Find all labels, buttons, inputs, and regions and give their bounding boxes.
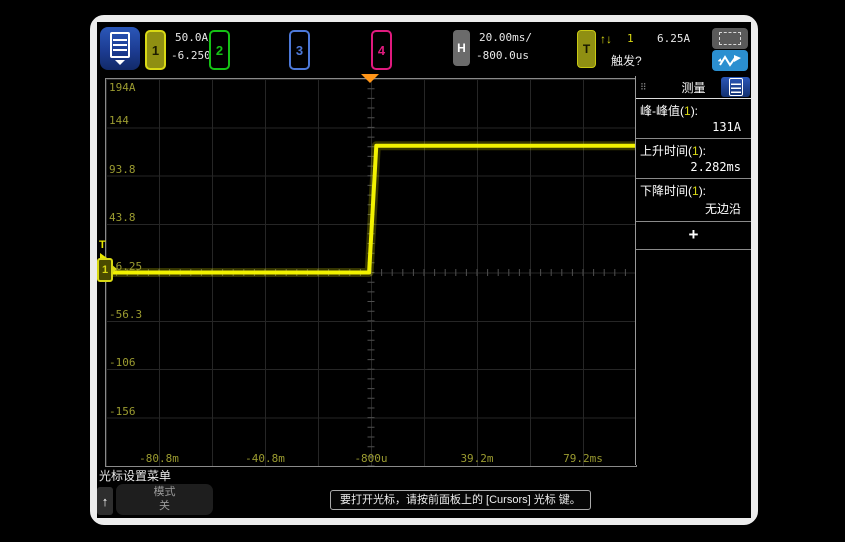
measurement-row[interactable]: 上升时间(1): 2.282ms — [636, 139, 751, 179]
horizontal-button[interactable]: H — [453, 30, 470, 66]
channel-3-button[interactable]: 3 — [289, 30, 310, 70]
measurement-label: 下降时间(1): — [640, 182, 747, 199]
y-axis-label: 194A — [109, 81, 136, 94]
add-measurement-button[interactable]: + — [636, 222, 751, 250]
selection-rectangle-icon — [719, 32, 741, 45]
waveform-display-area[interactable]: 194A14493.843.8-6.25-56.3-106-156 -80.8m… — [105, 78, 637, 467]
timebase-readout[interactable]: 20.00ms/ — [479, 31, 532, 44]
softkey-menu-title: 光标设置菜单 — [99, 467, 171, 484]
y-axis-label: 93.8 — [109, 163, 136, 176]
channel-2-button[interactable]: 2 — [209, 30, 230, 70]
y-axis-label: 144 — [109, 114, 129, 127]
main-menu-button[interactable] — [100, 27, 140, 70]
touch-gesture-button[interactable] — [712, 50, 748, 71]
y-axis-label: -156 — [109, 405, 136, 418]
measurement-label: 上升时间(1): — [640, 142, 747, 159]
measurement-label: 峰-峰值(1): — [640, 102, 747, 119]
x-axis-label: 39.2m — [460, 452, 493, 465]
x-axis-label: -40.8m — [245, 452, 285, 465]
menu-icon — [729, 78, 743, 96]
y-axis-label: -56.3 — [109, 308, 142, 321]
trigger-level-readout[interactable]: 6.25A — [657, 32, 690, 45]
drag-grip-icon[interactable]: ⠿ — [636, 82, 651, 93]
trigger-time-marker[interactable] — [361, 74, 379, 83]
y-axis-label: -106 — [109, 356, 136, 369]
zoom-select-button[interactable] — [712, 28, 748, 49]
waveform-arrow-icon — [718, 53, 742, 68]
chevron-down-icon — [115, 60, 125, 65]
measurement-row[interactable]: 峰-峰值(1): 131A — [636, 99, 751, 139]
channel-4-button[interactable]: 4 — [371, 30, 392, 70]
measurement-row[interactable]: 下降时间(1): 无边沿 — [636, 179, 751, 222]
softkey-mode-value: 关 — [116, 499, 213, 513]
softkey-mode-label: 模式 — [116, 485, 213, 499]
waveform-plot — [106, 79, 636, 466]
x-axis-label: -80.8m — [139, 452, 179, 465]
horizontal-delay-readout[interactable]: -800.0us — [476, 49, 529, 62]
measurement-value: 无边沿 — [640, 199, 747, 219]
status-message: 要打开光标，请按前面板上的 [Cursors] 光标 键。 — [330, 490, 591, 510]
channel-1-ground-arrow-icon — [111, 264, 117, 274]
trigger-level-marker[interactable]: T — [99, 239, 106, 251]
x-axis-label: -800u — [354, 452, 387, 465]
trigger-source-readout[interactable]: 1 — [627, 32, 634, 45]
measurement-value: 131A — [640, 119, 747, 136]
menu-back-button[interactable]: ↑ — [97, 487, 113, 515]
trigger-status: 触发? — [611, 52, 642, 69]
trigger-slope-icon[interactable]: ↑↓ — [600, 32, 612, 46]
measurement-panel: ⠿ 测量 ⠿ 峰-峰值(1): 131A 上升时间(1): 2.282ms 下降… — [635, 76, 751, 465]
oscilloscope-screen: 1 50.0A/ -6.250A 2 3 4 H 20.00ms/ -800.0… — [97, 22, 751, 518]
measurement-menu-button[interactable] — [721, 77, 750, 97]
y-axis-label: 43.8 — [109, 211, 136, 224]
softkey-mode[interactable]: 模式 关 — [116, 484, 213, 515]
measurement-value: 2.282ms — [640, 159, 747, 176]
channel-1-button[interactable]: 1 — [145, 30, 166, 70]
oscilloscope-bezel: 1 50.0A/ -6.250A 2 3 4 H 20.00ms/ -800.0… — [90, 15, 758, 525]
trigger-button[interactable]: T — [577, 30, 596, 68]
menu-icon — [110, 32, 130, 58]
measurement-panel-header[interactable]: ⠿ 测量 ⠿ — [636, 76, 751, 99]
x-axis-label: 79.2ms — [563, 452, 603, 465]
